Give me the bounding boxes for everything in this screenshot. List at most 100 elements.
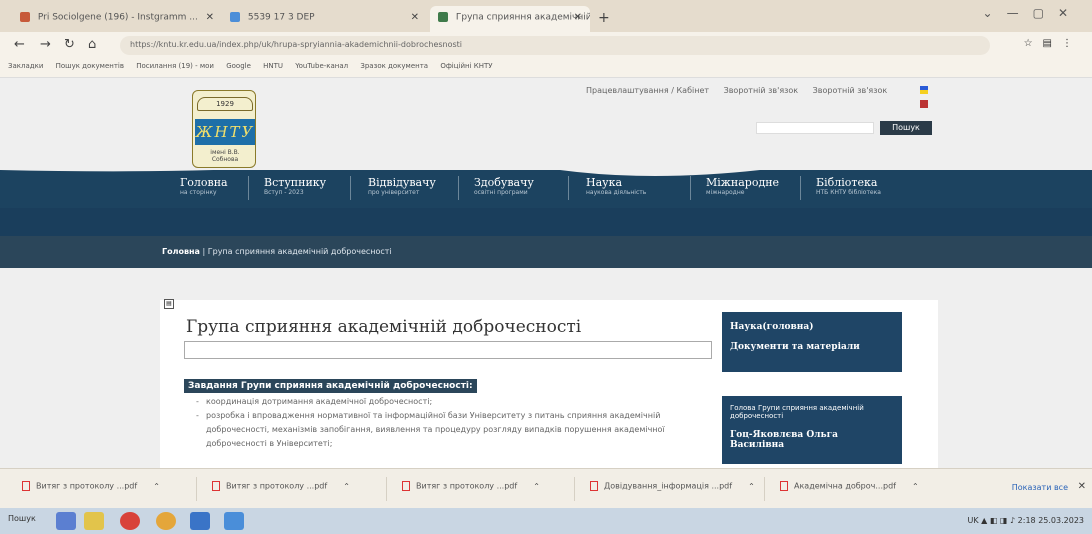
download-item[interactable]: Витяг з протоколу ...pdf ⌃ <box>402 481 540 499</box>
bookmark-item[interactable]: HNTU <box>263 62 283 70</box>
menu-subtitle: про університет <box>368 189 420 196</box>
home-icon[interactable]: ⌂ <box>88 37 96 52</box>
download-item[interactable]: Витяг з протоколу ...pdf ⌃ <box>212 481 350 499</box>
toolbar-icons[interactable]: ☆▤⋮ <box>1024 38 1082 49</box>
forward-icon[interactable]: → <box>40 37 51 52</box>
chevron-up-icon[interactable]: ⌃ <box>533 482 540 491</box>
divider <box>196 477 197 501</box>
pdf-icon <box>590 481 598 491</box>
download-item[interactable]: Академічна доброч...pdf ⌃ <box>780 481 919 499</box>
bookmark-item[interactable]: Пошук документів <box>56 62 124 70</box>
window-controls[interactable]: ⌄—▢✕ <box>983 6 1082 20</box>
bookmark-item[interactable]: YouTube-канал <box>295 62 348 70</box>
close-tab-icon[interactable]: ✕ <box>574 12 582 23</box>
close-tab-icon[interactable]: ✕ <box>206 12 214 23</box>
bookmarks-bar: Закладки Пошук документів Посилання (19)… <box>0 58 1092 78</box>
print-icon[interactable]: ▤ <box>164 299 174 309</box>
sidebar-item-science[interactable]: Наука(головна) <box>730 322 894 332</box>
breadcrumb: Головна | Група сприяння академічній доб… <box>0 236 1092 268</box>
browser-tab[interactable]: 5539 17 3 DEP ✕ <box>222 6 427 32</box>
menu-international[interactable]: Міжнародне міжнародне <box>706 176 779 206</box>
logo-mark: ЖНТУ <box>195 119 255 145</box>
browser-tab-bar: Pri Sociolgene (196) - Instgramm ... ✕ 5… <box>0 0 1092 32</box>
menu-divider <box>690 176 691 200</box>
download-item[interactable]: Витяг з протоколу ...pdf ⌃ <box>22 481 160 499</box>
browser-app-icon[interactable] <box>224 512 244 530</box>
top-link[interactable]: Зворотній зв'язок <box>813 86 888 95</box>
chevron-up-icon[interactable]: ⌃ <box>748 482 755 491</box>
tab-favicon-icon <box>230 12 240 22</box>
clock-date: 25.03.2023 <box>1038 516 1084 525</box>
site-search-button[interactable]: Пошук <box>880 121 932 135</box>
university-logo[interactable]: 1929 ЖНТУ імені В.В. Собнова <box>192 90 256 168</box>
menu-subtitle: НТБ КНТУ бібліотека <box>816 189 881 196</box>
top-link[interactable]: Зворотній зв'язок <box>724 86 799 95</box>
english-flag-icon[interactable] <box>920 100 928 108</box>
bookmark-item[interactable]: Посилання (19) - мои <box>136 62 214 70</box>
chevron-up-icon[interactable]: ⌃ <box>343 482 350 491</box>
ukrainian-flag-icon[interactable] <box>920 86 928 94</box>
top-links: Працевлаштування / Кабінет Зворотній зв'… <box>586 86 899 95</box>
menu-science[interactable]: Наука наукова діяльність <box>586 176 646 206</box>
taskbar-app-icon[interactable] <box>56 512 76 530</box>
back-icon[interactable]: ← <box>14 37 25 52</box>
browser-tab-active[interactable]: Група сприяння академічній добі... ✕ <box>430 6 590 32</box>
clock-time[interactable]: 2:18 <box>1018 516 1036 525</box>
download-name: Витяг з протоколу ...pdf <box>226 481 328 491</box>
tab-label: 5539 17 3 DEP <box>247 12 315 23</box>
pdf-icon <box>22 481 30 491</box>
address-bar[interactable]: https://kntu.kr.edu.ua/index.php/uk/hrup… <box>120 36 990 55</box>
tab-favicon-icon <box>438 12 448 22</box>
store-icon[interactable] <box>190 512 210 530</box>
menu-applicant[interactable]: Вступнику Вступ - 2023 <box>264 176 326 206</box>
language-indicator[interactable]: UK <box>967 516 978 525</box>
chevron-up-icon[interactable]: ⌃ <box>912 482 919 491</box>
menu-title: Бібліотека <box>816 176 878 189</box>
bookmark-item[interactable]: Закладки <box>8 62 43 70</box>
bookmark-item[interactable]: Офіційні КНТУ <box>440 62 492 70</box>
opera-icon[interactable] <box>120 512 140 530</box>
download-item[interactable]: Довідування_інформація ...pdf ⌃ <box>590 481 755 499</box>
divider <box>386 477 387 501</box>
browser-toolbar: ← → ↻ ⌂ https://kntu.kr.edu.ua/index.php… <box>0 32 1092 58</box>
browser-tab[interactable]: Pri Sociolgene (196) - Instgramm ... ✕ <box>12 6 222 32</box>
menu-visitor[interactable]: Відвідувачу про університет <box>368 176 436 206</box>
menu-subtitle: наукова діяльність <box>586 189 647 196</box>
menu-divider <box>458 176 459 200</box>
list-item: розробка і впровадження нормативної та і… <box>196 409 716 451</box>
taskbar-search[interactable]: Пошук <box>8 514 36 523</box>
divider <box>764 477 765 501</box>
bookmark-item[interactable]: Зразок документа <box>360 62 428 70</box>
reload-icon[interactable]: ↻ <box>64 37 75 52</box>
system-tray[interactable]: UK ▲ ◧ ◨ ♪ 2:18 25.03.2023 <box>967 516 1084 525</box>
folder-icon[interactable] <box>84 512 104 530</box>
menu-student[interactable]: Здобувачу освітні програми <box>474 176 534 206</box>
menu-home[interactable]: Головна на сторінку <box>180 176 228 206</box>
sidebar-item-documents[interactable]: Документи та матеріали <box>730 342 894 352</box>
menu-title: Відвідувачу <box>368 176 436 189</box>
menu-divider <box>568 176 569 200</box>
address-text: https://kntu.kr.edu.ua/index.php/uk/hrup… <box>130 40 463 49</box>
pdf-icon <box>402 481 410 491</box>
menu-title: Наука <box>586 176 623 189</box>
group-head-name[interactable]: Гоц-Яковлєва Ольга Василівна <box>730 430 894 450</box>
show-all-downloads-link[interactable]: Показати все <box>1012 483 1068 492</box>
new-tab-icon[interactable]: + <box>598 10 610 26</box>
bookmark-item[interactable]: Google <box>226 62 251 70</box>
download-name: Витяг з протоколу ...pdf <box>416 481 518 491</box>
tab-label: Pri Sociolgene (196) - Instgramm ... <box>37 12 198 23</box>
breadcrumb-home[interactable]: Головна <box>162 247 200 256</box>
download-name: Довідування_інформація ...pdf <box>604 481 733 491</box>
sidebar-menu: Наука(головна) Документи та матеріали <box>722 312 902 372</box>
web-page: Працевлаштування / Кабінет Зворотній зв'… <box>0 78 1092 470</box>
menu-library[interactable]: Бібліотека НТБ КНТУ бібліотека <box>816 176 881 206</box>
top-link[interactable]: Працевлаштування / Кабінет <box>586 86 709 95</box>
close-icon[interactable]: ✕ <box>1078 481 1086 492</box>
group-head-panel: Голова Групи сприяння академічній доброч… <box>722 396 902 464</box>
close-tab-icon[interactable]: ✕ <box>411 12 419 23</box>
downloads-bar: Витяг з протоколу ...pdf ⌃ Витяг з проток… <box>0 468 1092 508</box>
chevron-up-icon[interactable]: ⌃ <box>153 482 160 491</box>
site-search-input[interactable] <box>756 122 874 134</box>
menu-title: Головна <box>180 176 228 189</box>
chrome-icon[interactable] <box>156 512 176 530</box>
